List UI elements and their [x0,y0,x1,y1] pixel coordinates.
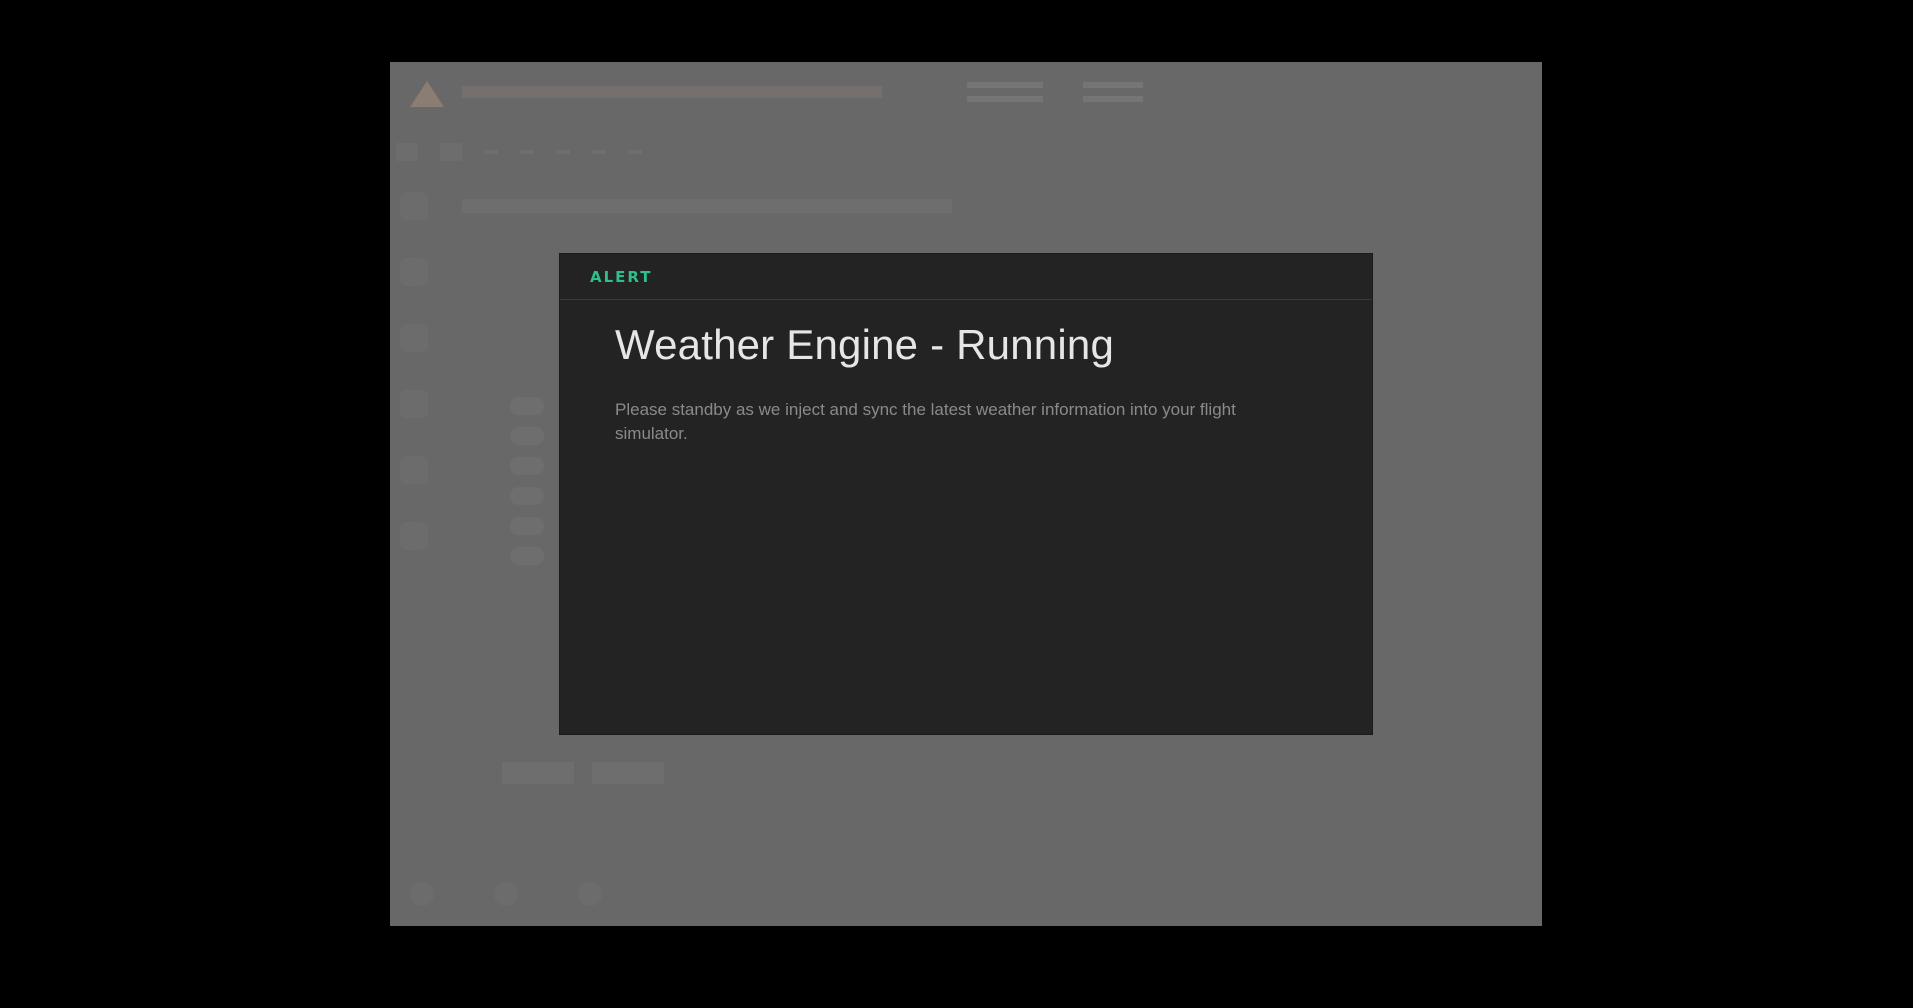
alert-title: Weather Engine - Running [615,321,1114,368]
alert-dialog: ALERT Weather Engine - Running Please st… [560,254,1372,734]
alert-dialog-body: Weather Engine - Running Please standby … [560,300,1372,446]
alert-tag: ALERT [590,267,653,286]
alert-message: Please standby as we inject and sync the… [615,400,1236,443]
alert-dialog-header: ALERT [560,254,1372,300]
